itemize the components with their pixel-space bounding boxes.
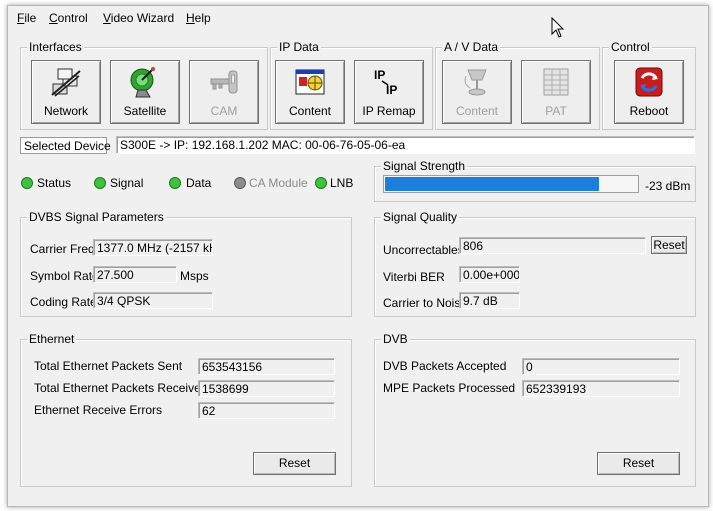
satellite-button[interactable]: Satellite: [110, 60, 180, 124]
dvb-group: DVB DVB Packets Accepted 0 MPE Packets P…: [374, 332, 696, 487]
uncorrectables-field: 806: [459, 237, 646, 254]
ip-content-button[interactable]: Content: [275, 60, 345, 124]
av-content-icon: [464, 69, 487, 96]
ip-remap-button[interactable]: IP IP IP Remap: [354, 60, 424, 124]
network-label: Network: [43, 104, 88, 118]
eth-errors-label: Ethernet Receive Errors: [34, 403, 163, 417]
ip-remap-label: IP Remap: [362, 104, 416, 118]
eth-errors-field: 62: [198, 402, 335, 419]
reboot-button[interactable]: Reboot: [614, 60, 684, 124]
menu-control[interactable]: Control: [49, 11, 88, 25]
dvb-accepted-label: DVB Packets Accepted: [383, 359, 507, 373]
signal-label: Signal: [110, 176, 144, 190]
uncorrectables-label: Uncorrectables: [383, 243, 464, 257]
eth-received-label: Total Ethernet Packets Received: [34, 381, 208, 395]
interfaces-group: Interfaces Network Satellite CAM: [20, 40, 268, 130]
content-icon: [295, 69, 325, 95]
eth-sent-label: Total Ethernet Packets Sent: [34, 359, 183, 373]
dvb-reset-button[interactable]: Reset: [597, 452, 680, 475]
status-led-icon: [21, 177, 33, 189]
dvb-title: DVB: [381, 332, 410, 346]
viterbi-ber-label: Viterbi BER: [383, 270, 445, 284]
cam-button[interactable]: CAM: [189, 60, 259, 124]
av-data-group-title: A / V Data: [442, 40, 501, 54]
pat-label: PAT: [545, 104, 567, 118]
signal-strength-fill: [385, 177, 599, 191]
ip-data-group-title: IP Data: [277, 40, 321, 54]
ip-remap-icon: IP IP: [374, 68, 397, 97]
signal-led-icon: [94, 177, 106, 189]
control-group: Control Reboot: [602, 40, 696, 130]
quality-reset-button[interactable]: Reset: [651, 236, 687, 254]
menu-file[interactable]: File: [17, 11, 36, 25]
symbol-rate-unit: Msps: [180, 269, 209, 283]
ip-remap-icon-text-top: IP: [374, 68, 385, 82]
signal-strength-bar: [383, 175, 639, 193]
coding-rate-field: 3/4 QPSK: [93, 292, 213, 309]
ip-content-label: Content: [288, 104, 332, 118]
symbol-rate-label: Symbol Rate: [30, 269, 99, 283]
ethernet-reset-button[interactable]: Reset: [253, 452, 336, 475]
ip-data-group: IP Data Content IP IP IP Remap: [270, 40, 433, 130]
av-data-group: A / V Data Content PAT: [435, 40, 600, 130]
av-content-label: Content: [455, 104, 499, 118]
signal-quality-title: Signal Quality: [381, 210, 460, 224]
pat-table-icon: [543, 68, 569, 96]
signal-strength-group: Signal Strength -23 dBm: [374, 159, 696, 202]
cam-label: CAM: [210, 104, 238, 118]
lnb-led-icon: [315, 177, 327, 189]
interfaces-group-title: Interfaces: [27, 40, 84, 54]
mpe-processed-label: MPE Packets Processed: [383, 381, 516, 395]
data-label: Data: [186, 176, 212, 190]
menu-video-wizard[interactable]: Video Wizard: [103, 11, 174, 25]
coding-rate-label: Coding Rate: [30, 295, 97, 309]
viterbi-ber-field: 0.00e+000: [459, 266, 520, 283]
mouse-cursor-icon: [551, 17, 565, 38]
signal-strength-title: Signal Strength: [381, 159, 468, 173]
dvbs-params-group: DVBS Signal Parameters Carrier Freq. 137…: [20, 210, 352, 317]
carrier-freq-label: Carrier Freq.: [30, 242, 99, 256]
main-window: File Control Video Wizard Help Interface…: [7, 5, 709, 507]
dvb-accepted-field: 0: [522, 358, 680, 375]
signal-quality-group: Signal Quality Uncorrectables 806 Reset …: [374, 210, 696, 317]
dvbs-params-title: DVBS Signal Parameters: [27, 210, 166, 224]
satellite-dish-icon: [130, 67, 155, 98]
data-led-icon: [169, 177, 181, 189]
key-icon: [210, 70, 238, 94]
ca-module-led-icon: [234, 177, 246, 189]
symbol-rate-field: 27.500: [93, 266, 177, 283]
menu-help[interactable]: Help: [186, 11, 211, 25]
ethernet-title: Ethernet: [27, 332, 77, 346]
signal-strength-value: -23 dBm: [645, 179, 691, 193]
mpe-processed-field: 652339193: [522, 380, 680, 397]
lnb-label: LNB: [330, 176, 354, 190]
ethernet-group: Ethernet Total Ethernet Packets Sent 653…: [20, 332, 352, 487]
selected-device-label: Selected Device: [20, 137, 111, 154]
reboot-icon: [635, 67, 663, 97]
selected-device-field[interactable]: S300E -> IP: 192.168.1.202 MAC: 00-06-76…: [116, 136, 695, 154]
status-label: Status: [37, 176, 72, 190]
control-group-title: Control: [609, 40, 652, 54]
menu-bar: File Control Video Wizard Help: [8, 9, 708, 28]
network-button[interactable]: Network: [31, 60, 101, 124]
reboot-label: Reboot: [629, 104, 669, 118]
av-content-button[interactable]: Content: [442, 60, 512, 124]
ca-module-label: CA Module: [249, 176, 308, 190]
eth-received-field: 1538699: [198, 380, 335, 397]
pat-button[interactable]: PAT: [521, 60, 591, 124]
carrier-freq-field: 1377.0 MHz (-2157 kHz): [93, 239, 213, 256]
carrier-to-noise-field: 9.7 dB: [459, 292, 520, 309]
eth-sent-field: 653543156: [198, 358, 335, 375]
satellite-label: Satellite: [123, 104, 167, 118]
network-icon: [51, 68, 81, 97]
carrier-to-noise-label: Carrier to Noise: [383, 296, 468, 310]
